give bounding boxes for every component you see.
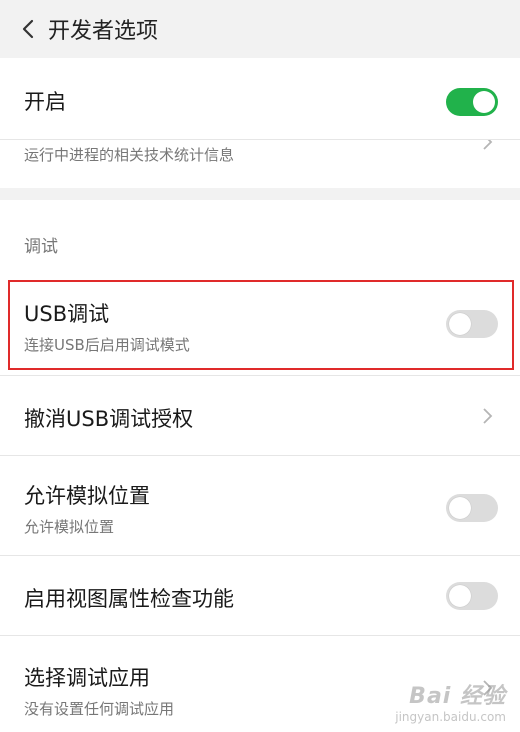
view-attribute-inspection-toggle[interactable] <box>446 582 498 610</box>
running-services-subtitle: 运行中进程的相关技术统计信息 <box>24 146 235 164</box>
mock-location-label: 允许模拟位置 <box>24 484 150 508</box>
enable-toggle[interactable] <box>446 88 498 116</box>
app-header: 开发者选项 <box>0 0 520 59</box>
chevron-right-icon <box>480 406 494 426</box>
top-settings-card: 开启 运行中进程的相关技术统计信息 <box>0 58 520 188</box>
select-debug-app-subtitle: 没有设置任何调试应用 <box>24 700 175 718</box>
usb-debugging-toggle[interactable] <box>446 310 498 338</box>
mock-location-row[interactable]: 允许模拟位置 允许模拟位置 <box>0 456 520 556</box>
enable-label: 开启 <box>24 90 66 114</box>
chevron-right-icon <box>480 140 494 152</box>
select-debug-app-label: 选择调试应用 <box>24 666 150 690</box>
mock-location-subtitle: 允许模拟位置 <box>24 518 115 536</box>
usb-debugging-row[interactable]: USB调试 连接USB后启用调试模式 <box>0 276 520 376</box>
watermark-url: jingyan.baidu.com <box>395 710 506 724</box>
mock-location-toggle[interactable] <box>446 494 498 522</box>
debug-settings-card: 调试 USB调试 连接USB后启用调试模式 撤消USB调试授权 允许模拟位置 允… <box>0 200 520 732</box>
section-label-debug: 调试 <box>24 237 58 257</box>
running-services-row[interactable]: 运行中进程的相关技术统计信息 <box>0 140 520 188</box>
enable-developer-options-row[interactable]: 开启 <box>0 58 520 140</box>
view-attribute-inspection-label: 启用视图属性检查功能 <box>24 587 234 611</box>
revoke-usb-authorization-row[interactable]: 撤消USB调试授权 <box>0 376 520 456</box>
back-arrow-icon[interactable] <box>8 0 48 58</box>
page-title: 开发者选项 <box>48 19 159 44</box>
revoke-usb-authorization-label: 撤消USB调试授权 <box>24 407 194 431</box>
watermark-brand: Bai 经验 <box>409 684 506 709</box>
view-attribute-inspection-row[interactable]: 启用视图属性检查功能 <box>0 556 520 636</box>
baidu-jingyan-watermark: Bai 经验 jingyan.baidu.com <box>386 678 506 724</box>
usb-debugging-label: USB调试 <box>24 302 110 326</box>
usb-debugging-subtitle: 连接USB后启用调试模式 <box>24 336 190 354</box>
